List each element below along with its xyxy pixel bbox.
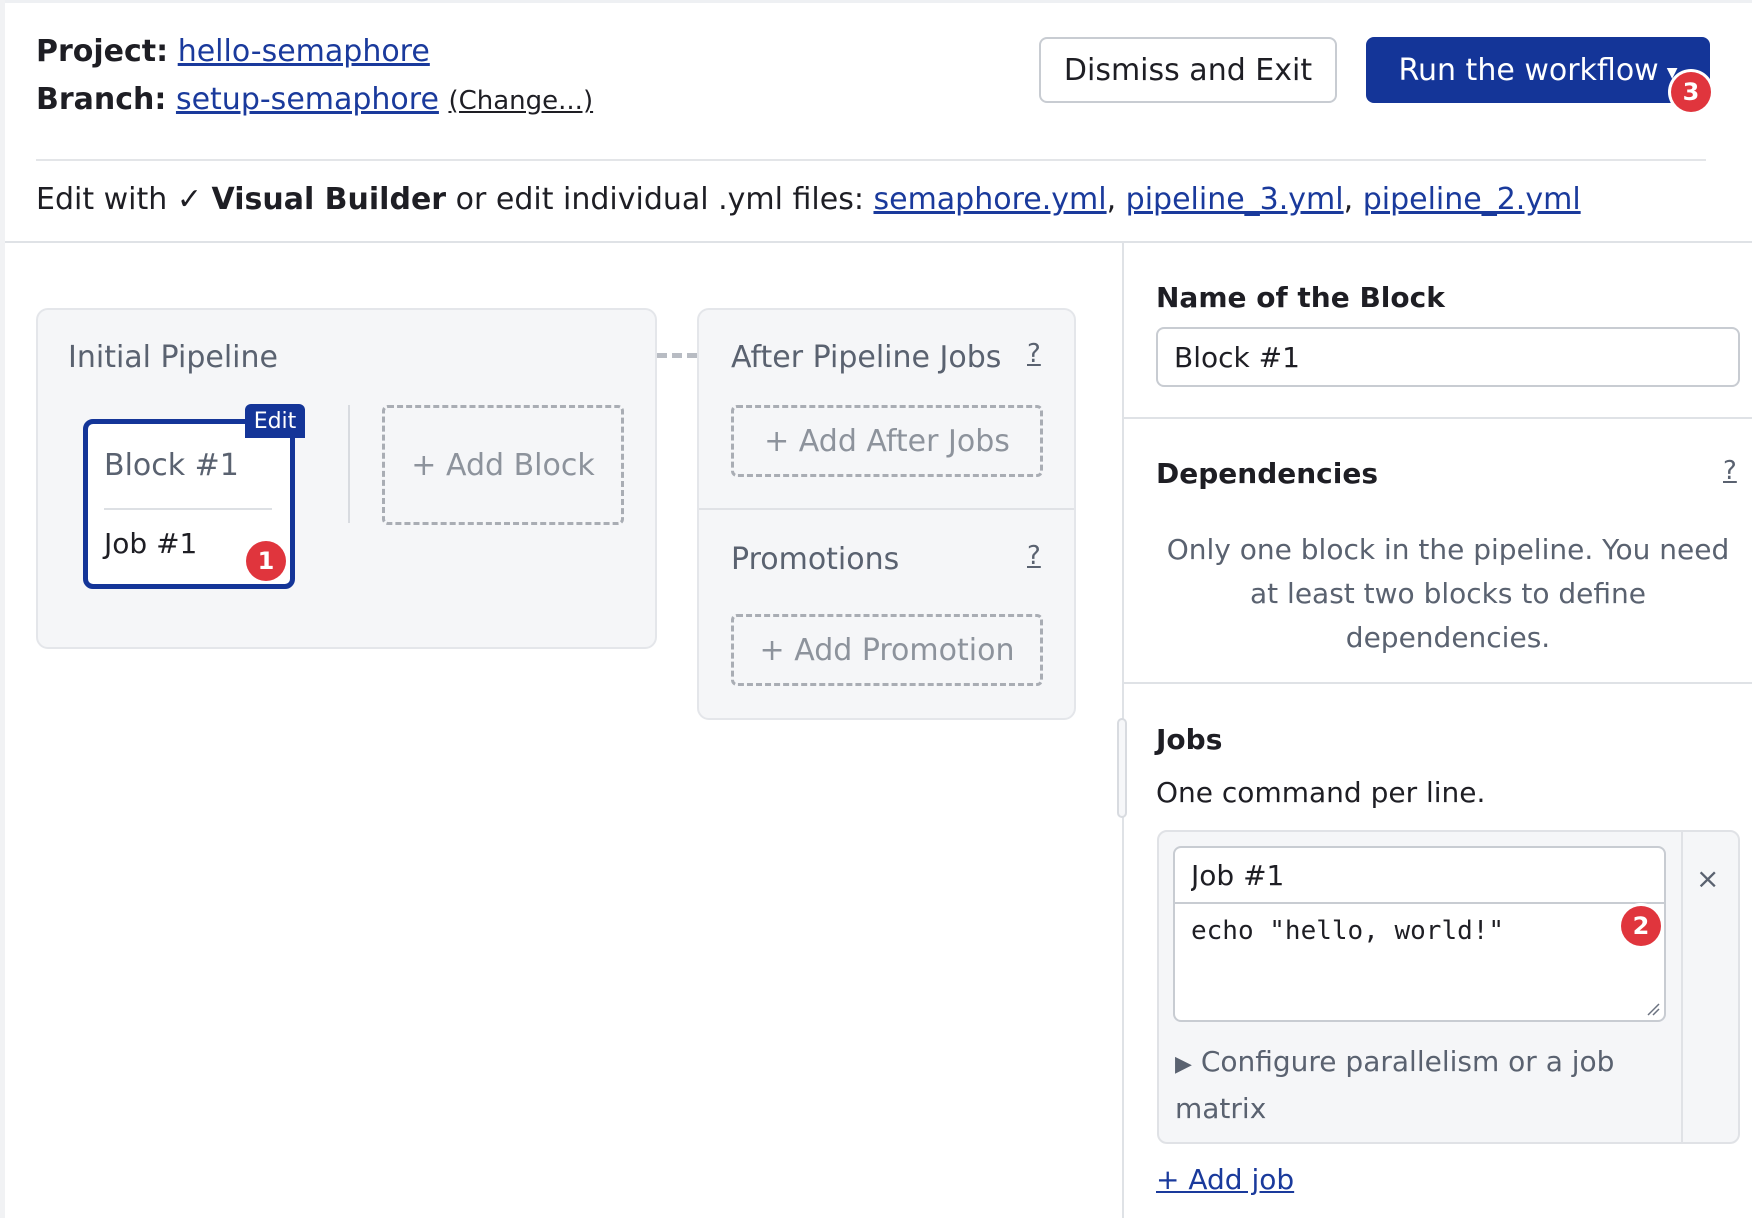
dismiss-and-exit-button[interactable]: Dismiss and Exit: [1039, 37, 1337, 103]
block-name: Block #1: [104, 448, 239, 483]
step-badge-2: 2: [1621, 906, 1661, 946]
add-block-button[interactable]: + Add Block: [382, 405, 624, 525]
branch-line: Branch: setup-semaphore (Change...): [36, 82, 593, 117]
resize-grip-icon[interactable]: [1646, 1002, 1660, 1016]
pipeline-connector: [657, 353, 697, 358]
edit-mode-bar: Edit with ✓ Visual Builder or edit indiv…: [36, 182, 1581, 217]
check-icon: ✓: [176, 182, 202, 217]
block-edit-tab[interactable]: Edit: [245, 404, 305, 438]
run-workflow-button[interactable]: Run the workflow ▼: [1366, 37, 1710, 103]
promotions-title: Promotions: [731, 542, 900, 577]
edit-middle-text: or edit individual .yml files:: [455, 182, 864, 217]
dismiss-button-label: Dismiss and Exit: [1063, 52, 1313, 88]
left-edge: [0, 0, 5, 1218]
splitter-drag-handle[interactable]: [1117, 718, 1127, 818]
pipeline-column-divider: [348, 405, 350, 523]
project-line: Project: hello-semaphore: [36, 34, 430, 69]
top-edge: [0, 0, 1752, 3]
jobs-title: Jobs: [1156, 723, 1223, 756]
branch-link[interactable]: setup-semaphore: [176, 82, 439, 117]
header-divider: [36, 159, 1706, 161]
step-badge-3: 3: [1671, 72, 1711, 112]
name-section-divider: [1124, 417, 1752, 419]
edit-prefix: Edit with: [36, 182, 168, 217]
toolbar-divider: [5, 241, 1752, 243]
project-link[interactable]: hello-semaphore: [178, 34, 430, 69]
block-name-input[interactable]: [1156, 327, 1740, 387]
close-icon[interactable]: ×: [1696, 862, 1719, 895]
after-pipeline-title: After Pipeline Jobs: [731, 340, 1002, 375]
change-branch-link[interactable]: (Change...): [448, 86, 593, 116]
branch-label: Branch:: [36, 82, 167, 117]
configure-parallelism-label: Configure parallelism or a job matrix: [1175, 1045, 1615, 1125]
visual-builder-label: Visual Builder: [211, 182, 447, 217]
triangle-right-icon: ▶: [1175, 1052, 1192, 1077]
dependencies-section-divider: [1124, 682, 1752, 684]
pipeline-title: Initial Pipeline: [68, 340, 278, 375]
job-commands-textarea[interactable]: echo "hello, world!": [1173, 902, 1666, 1022]
add-after-jobs-button[interactable]: + Add After Jobs: [731, 405, 1043, 477]
dependencies-message: Only one block in the pipeline. You need…: [1166, 533, 1730, 654]
file-link-pipeline-3-yml[interactable]: pipeline_3.yml: [1126, 182, 1344, 217]
jobs-subtitle: One command per line.: [1156, 776, 1486, 809]
dependencies-help-link[interactable]: ?: [1723, 456, 1737, 486]
run-button-label: Run the workflow: [1398, 52, 1659, 88]
job-name-input[interactable]: [1173, 846, 1666, 904]
project-label: Project:: [36, 34, 169, 69]
step-badge-1: 1: [246, 541, 286, 581]
job-card-separator: [1681, 832, 1683, 1142]
block-job: Job #1: [104, 527, 198, 560]
file-link-pipeline-2-yml[interactable]: pipeline_2.yml: [1363, 182, 1581, 217]
block-name-title: Name of the Block: [1156, 281, 1445, 314]
block-divider: [104, 508, 272, 510]
add-promotion-button[interactable]: + Add Promotion: [731, 614, 1043, 686]
after-pipeline-divider: [699, 508, 1074, 510]
dependencies-title: Dependencies: [1156, 457, 1379, 490]
after-pipeline-help-link[interactable]: ?: [1027, 339, 1041, 369]
configure-parallelism-toggle[interactable]: ▶ Configure parallelism or a job matrix: [1175, 1040, 1645, 1131]
file-link-semaphore-yml[interactable]: semaphore.yml: [873, 182, 1106, 217]
promotions-help-link[interactable]: ?: [1027, 541, 1041, 571]
add-job-link[interactable]: + Add job: [1156, 1163, 1294, 1196]
